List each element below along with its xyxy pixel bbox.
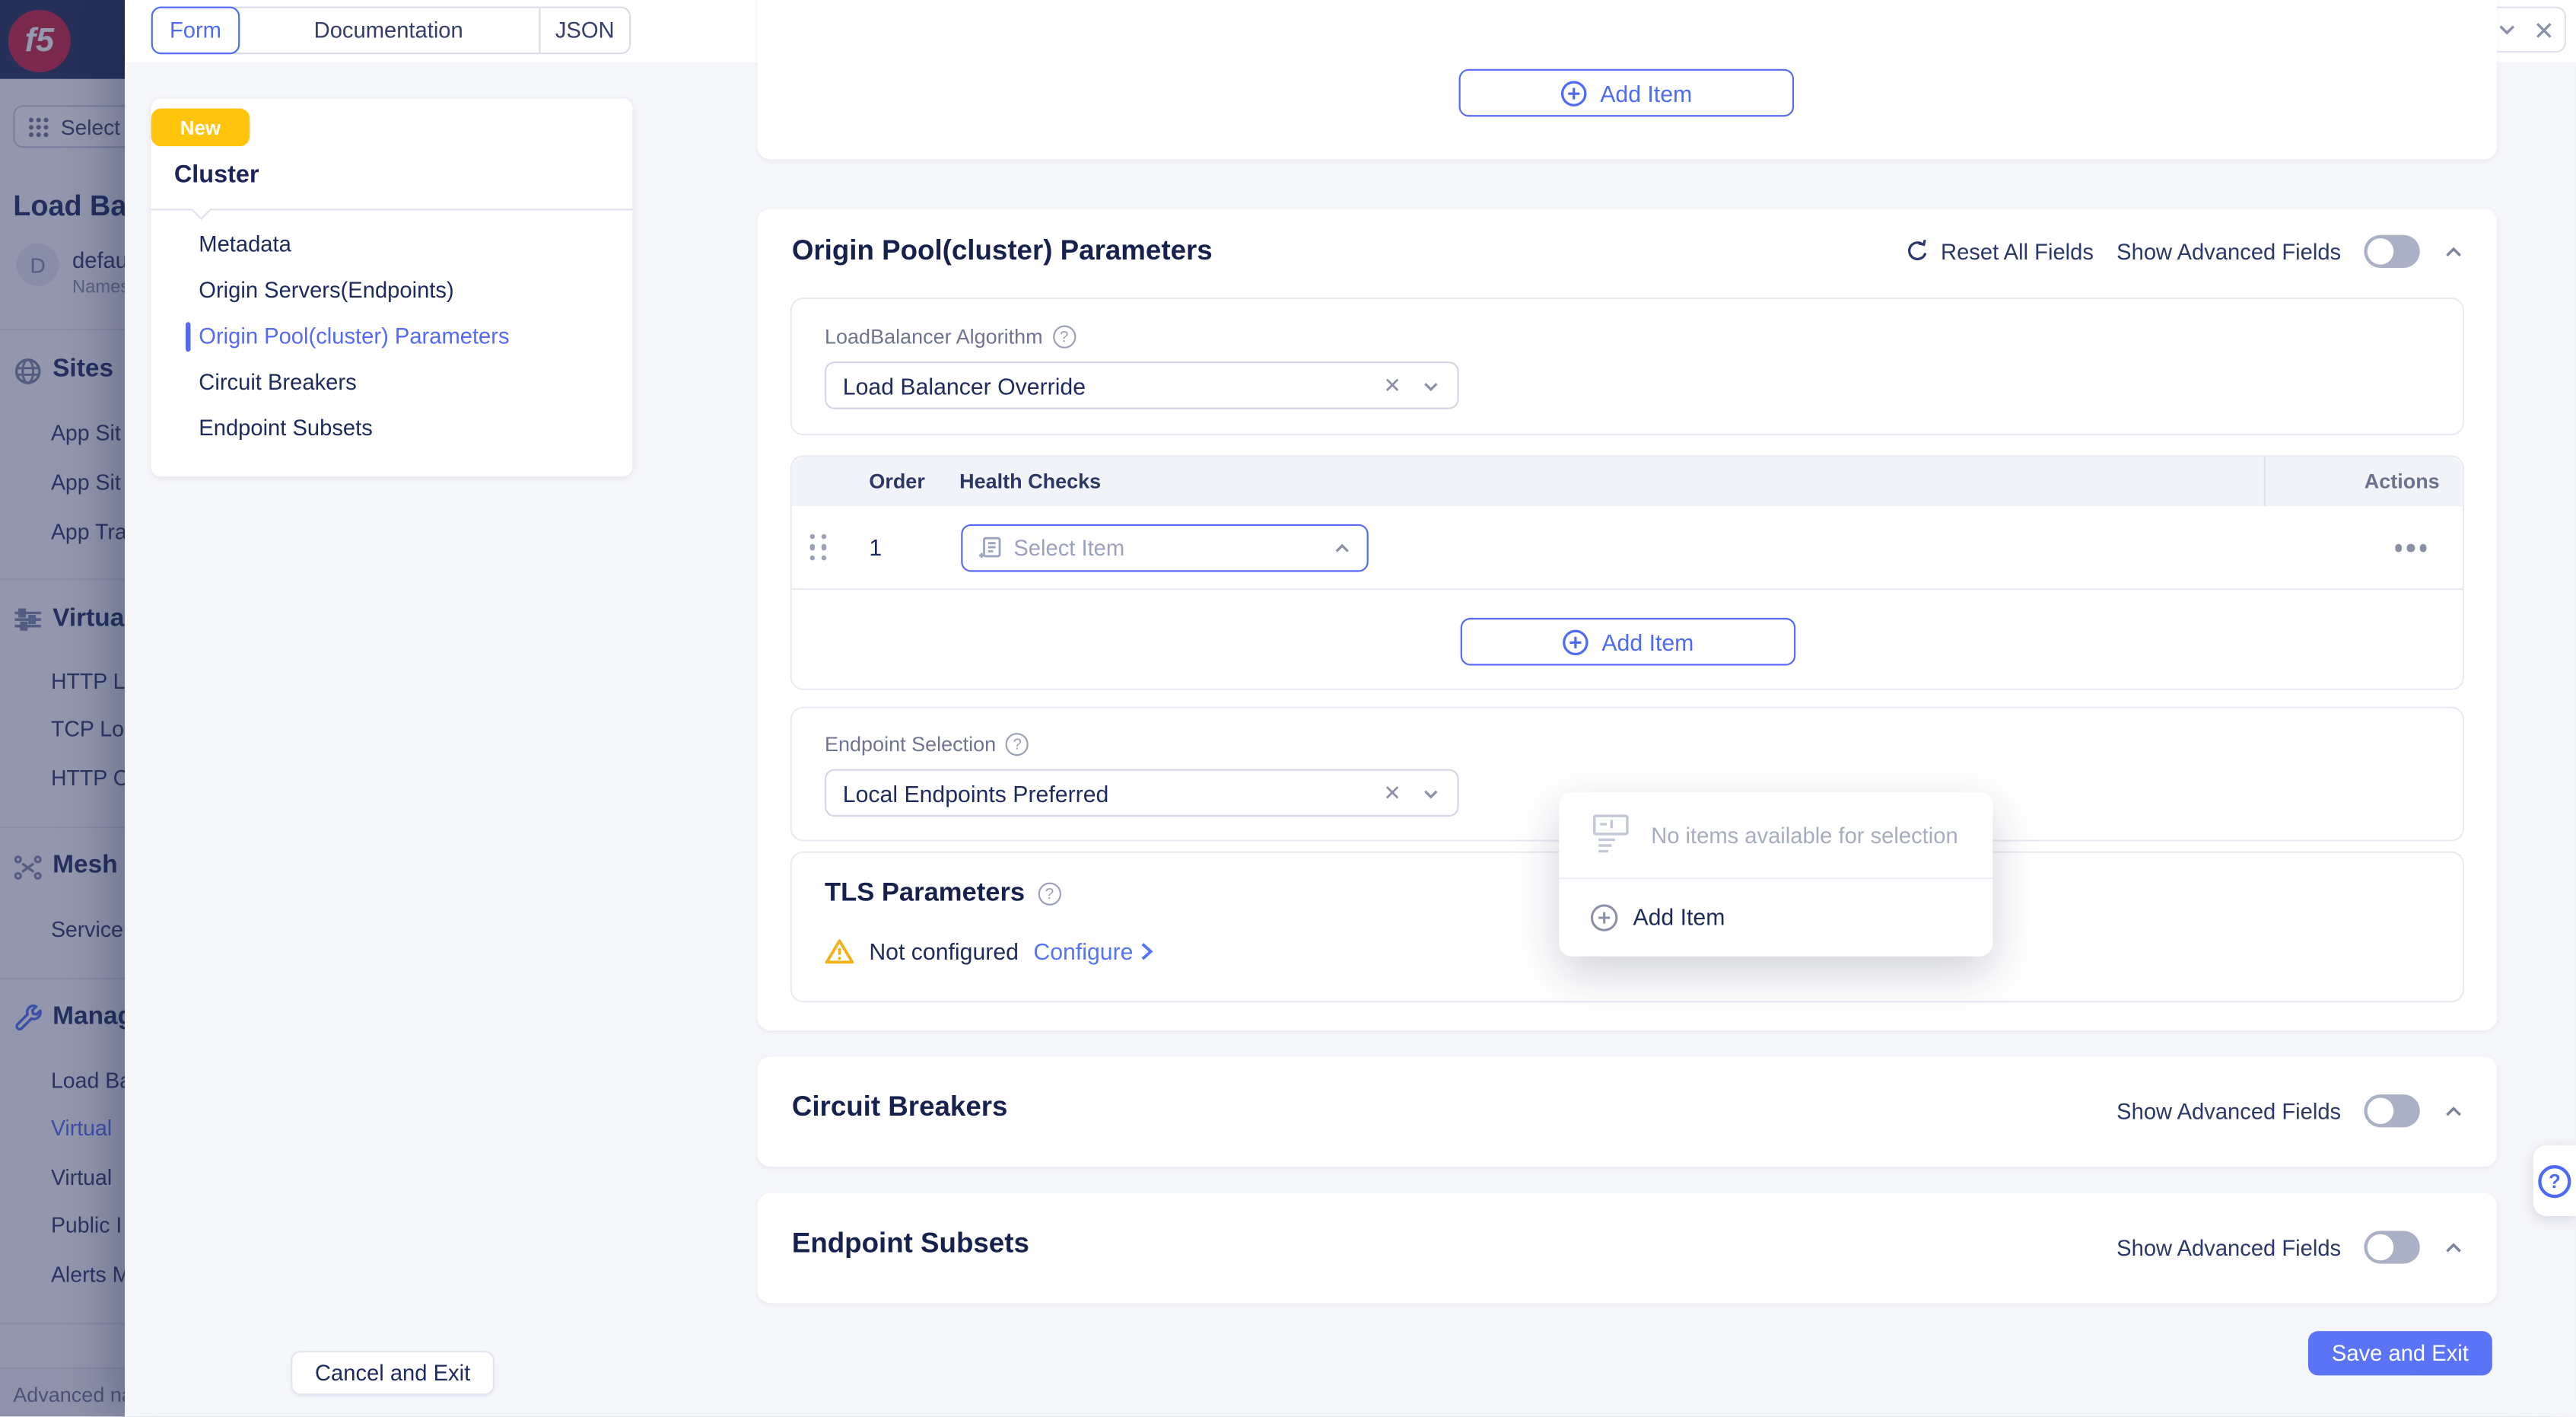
- show-advanced-toggle[interactable]: [2364, 1231, 2419, 1263]
- row-order-value: 1: [869, 534, 882, 561]
- wizard-step-metadata[interactable]: Metadata: [199, 231, 291, 256]
- select-item-icon: [978, 536, 1002, 560]
- add-item-button-table[interactable]: Add Item: [1461, 618, 1796, 666]
- origin-pool-title: Origin Pool(cluster) Parameters: [792, 235, 1213, 268]
- endpoint-selection-label-row: Endpoint Selection ?: [825, 733, 1029, 756]
- chevron-down-icon[interactable]: [1421, 375, 1441, 395]
- show-advanced-label: Show Advanced Fields: [2116, 1099, 2341, 1123]
- lb-algorithm-value: Load Balancer Override: [843, 372, 1384, 399]
- plus-circle-icon: [1560, 80, 1587, 107]
- modal-dim-overlay: [0, 0, 125, 1416]
- clear-icon[interactable]: ✕: [1383, 372, 1401, 399]
- divider: [2264, 457, 2266, 506]
- row-actions-menu-icon[interactable]: [2394, 544, 2426, 552]
- toggle-knob: [2368, 238, 2394, 265]
- col-actions: Actions: [2365, 470, 2440, 493]
- help-tooltip-icon[interactable]: ?: [1038, 883, 1061, 906]
- tls-status: Not configured: [869, 938, 1019, 965]
- console-sidebar: f5 Select Load Bala D defau Names Sites …: [0, 0, 125, 1416]
- show-advanced-toggle[interactable]: [2364, 1094, 2419, 1127]
- add-item-label: Add Item: [1601, 629, 1693, 655]
- col-order: Order: [869, 470, 925, 493]
- chevron-right-icon: [1140, 941, 1153, 961]
- plus-circle-icon: [1563, 629, 1589, 655]
- chevron-up-icon[interactable]: [1332, 538, 1352, 558]
- active-step-bar: [186, 322, 190, 352]
- collapse-chevron-icon[interactable]: [2443, 1237, 2464, 1258]
- endpoint-subsets-title: Endpoint Subsets: [792, 1228, 1029, 1260]
- reset-icon: [1905, 240, 1929, 263]
- wizard-title: Cluster: [174, 161, 259, 189]
- wizard-notch: [191, 199, 211, 220]
- help-tooltip-icon[interactable]: ?: [1006, 733, 1029, 756]
- warning-icon: [825, 938, 854, 965]
- dropdown-empty-text: No items available for selection: [1651, 823, 1957, 847]
- wizard-step-origin-pool[interactable]: Origin Pool(cluster) Parameters: [199, 323, 509, 348]
- lb-algorithm-select[interactable]: Load Balancer Override ✕: [825, 361, 1459, 409]
- endpoint-subsets-card: Endpoint Subsets Show Advanced Fields: [757, 1193, 2497, 1304]
- circuit-breakers-title: Circuit Breakers: [792, 1091, 1008, 1124]
- view-tabs: Form Documentation JSON: [151, 7, 631, 55]
- new-badge: New: [151, 109, 250, 147]
- close-icon[interactable]: [2525, 11, 2562, 48]
- select-dropdown-panel: No items available for selection Add Ite…: [1559, 792, 1992, 957]
- tls-title: TLS Parameters: [825, 879, 1025, 909]
- tls-configure-link[interactable]: Configure: [1033, 938, 1153, 965]
- show-advanced-label: Show Advanced Fields: [2116, 239, 2341, 263]
- app-root: f5 Select Load Bala D defau Names Sites …: [0, 0, 2576, 1416]
- wizard-step-circuit-breakers[interactable]: Circuit Breakers: [199, 370, 356, 394]
- toggle-knob: [2368, 1234, 2394, 1261]
- table-row: 1 Select Item: [792, 506, 2463, 590]
- circuit-breakers-card: Circuit Breakers Show Advanced Fields: [757, 1056, 2497, 1167]
- col-health-checks: Health Checks: [959, 470, 1101, 493]
- table-header: Order Health Checks Actions: [792, 457, 2463, 506]
- plus-circle-icon: [1590, 903, 1618, 931]
- cancel-and-exit-button[interactable]: Cancel and Exit: [291, 1351, 495, 1395]
- add-item-button-top[interactable]: Add Item: [1459, 69, 1795, 117]
- collapse-chevron-icon[interactable]: [2443, 240, 2464, 262]
- reset-all-fields[interactable]: Reset All Fields: [1905, 239, 2094, 263]
- tab-form[interactable]: Form: [151, 7, 240, 55]
- origin-pool-card: Origin Pool(cluster) Parameters Reset Al…: [757, 209, 2497, 1030]
- wizard-nav-card: New Cluster Metadata Origin Servers(Endp…: [151, 99, 633, 477]
- endpoint-selection-value: Local Endpoints Preferred: [843, 780, 1384, 807]
- drag-handle-icon[interactable]: [810, 534, 828, 562]
- collapse-chevron-icon[interactable]: [2443, 1100, 2464, 1122]
- health-checks-group: Order Health Checks Actions 1 Select Ite…: [790, 455, 2464, 690]
- show-advanced-label: Show Advanced Fields: [2116, 1235, 2341, 1259]
- lb-algorithm-group: LoadBalancer Algorithm ? Load Balancer O…: [790, 298, 2464, 435]
- help-tooltip-icon[interactable]: ?: [1053, 326, 1076, 349]
- save-and-exit-button[interactable]: Save and Exit: [2308, 1331, 2492, 1375]
- empty-list-icon: [1592, 814, 1630, 856]
- endpoint-selection-label: Endpoint Selection: [825, 733, 996, 756]
- clear-icon[interactable]: ✕: [1383, 780, 1401, 807]
- tab-documentation[interactable]: Documentation: [238, 8, 540, 53]
- add-item-label: Add Item: [1600, 80, 1692, 107]
- chevron-down-icon[interactable]: [1421, 783, 1441, 803]
- wizard-step-endpoint-subsets[interactable]: Endpoint Subsets: [199, 416, 373, 440]
- cluster-modal: Form Documentation JSON New Cluster Meta…: [125, 0, 2576, 1416]
- toggle-knob: [2368, 1097, 2394, 1124]
- show-advanced-toggle[interactable]: [2364, 235, 2419, 268]
- lb-algorithm-label: LoadBalancer Algorithm: [825, 326, 1043, 349]
- tab-json[interactable]: JSON: [540, 8, 629, 53]
- scrolled-card-top: Add Item: [757, 0, 2497, 159]
- health-check-select[interactable]: Select Item: [961, 524, 1369, 572]
- dropdown-add-item[interactable]: Add Item: [1559, 879, 1992, 954]
- help-icon: ?: [2538, 1164, 2571, 1197]
- health-check-placeholder: Select Item: [1013, 536, 1321, 560]
- divider: [151, 209, 633, 210]
- configure-label: Configure: [1033, 938, 1133, 965]
- dropdown-add-item-label: Add Item: [1633, 904, 1725, 931]
- reset-label: Reset All Fields: [1941, 239, 2094, 263]
- help-tab[interactable]: ?: [2533, 1145, 2576, 1216]
- lb-algorithm-label-row: LoadBalancer Algorithm ?: [825, 326, 1076, 349]
- endpoint-selection-select[interactable]: Local Endpoints Preferred ✕: [825, 769, 1459, 817]
- wizard-step-origin-servers[interactable]: Origin Servers(Endpoints): [199, 278, 453, 302]
- dropdown-empty-state: No items available for selection: [1559, 792, 1992, 879]
